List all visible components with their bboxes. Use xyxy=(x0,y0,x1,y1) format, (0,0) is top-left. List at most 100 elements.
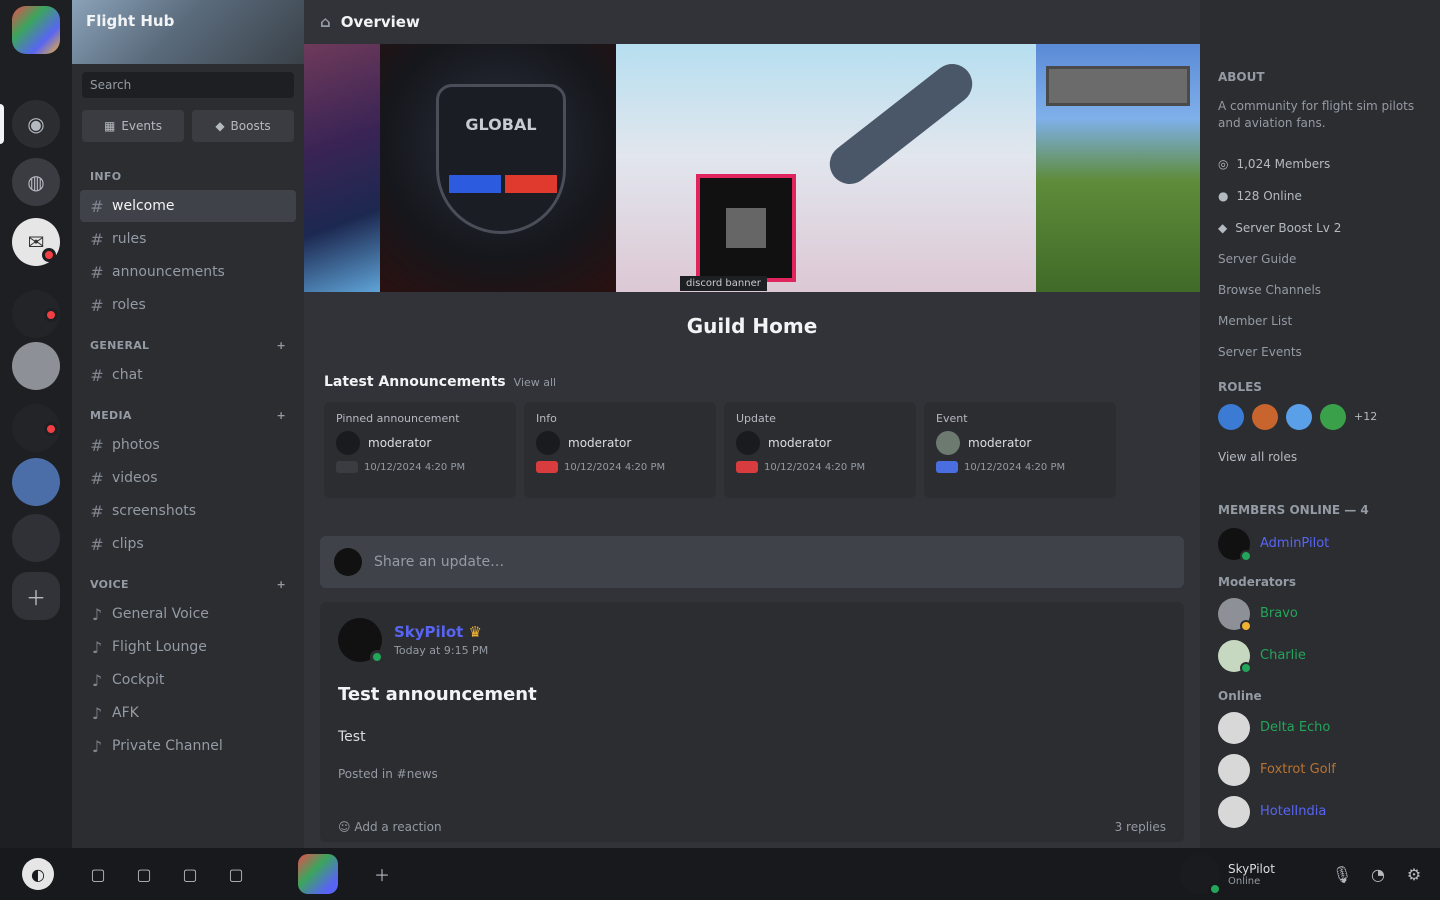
online-status-icon xyxy=(1208,882,1222,896)
author-name: moderator xyxy=(768,436,832,450)
link-server-guide[interactable]: Server Guide xyxy=(1218,244,1422,275)
card-title: Update xyxy=(736,412,776,425)
plus-icon[interactable]: + xyxy=(276,578,286,591)
role-badge-icon[interactable] xyxy=(1286,403,1312,430)
category-label: General xyxy=(90,339,150,352)
compose-input[interactable]: Share an update… xyxy=(374,554,504,570)
server-rail: ◉ ◍ ✉ ＋ xyxy=(0,0,72,848)
headset-button[interactable]: ◔ xyxy=(1364,860,1392,888)
plus-icon[interactable]: + xyxy=(276,409,286,422)
channel-clips[interactable]: # clips xyxy=(80,528,296,560)
view-all-roles-link[interactable]: View all roles xyxy=(1218,442,1422,473)
banner-tile-shield: GLOBAL xyxy=(380,44,616,292)
role-badge-icon[interactable] xyxy=(1218,403,1244,430)
people-icon: ◎ xyxy=(1218,156,1229,171)
compose-bar[interactable]: Share an update… xyxy=(320,536,1184,588)
channel-announcements[interactable]: # announcements xyxy=(80,256,296,288)
avatar xyxy=(1218,753,1250,786)
taskbar-button[interactable]: ▢ xyxy=(222,860,250,888)
voice-channel-general[interactable]: ♪ General Voice xyxy=(80,598,296,630)
channel-photos[interactable]: # photos xyxy=(80,429,296,461)
channel-chat[interactable]: # chat xyxy=(80,359,296,391)
view-all-link[interactable]: View all xyxy=(514,376,556,389)
tab-boosts[interactable]: ◆ Boosts xyxy=(192,110,294,142)
roles-more-count[interactable]: +12 xyxy=(1354,410,1377,423)
server-5-button[interactable] xyxy=(12,342,60,390)
channel-roles[interactable]: # roles xyxy=(80,289,296,321)
announcement-card[interactable]: Event moderator 10/12/2024 4:20 PM xyxy=(924,402,1116,498)
tab-events[interactable]: ▦ Events xyxy=(82,110,184,142)
settings-button[interactable]: ⚙ xyxy=(1400,860,1428,888)
role-badge-icon[interactable] xyxy=(1320,403,1346,430)
card-time: 10/12/2024 4:20 PM xyxy=(964,461,1066,473)
category-voice[interactable]: Voice + xyxy=(72,570,304,597)
start-logo-icon: ◐ xyxy=(31,864,45,884)
hero-banner: GLOBAL discord banner xyxy=(304,44,1200,292)
member-item[interactable]: Charlie xyxy=(1218,635,1422,677)
taskbar-button[interactable]: ▢ xyxy=(84,860,112,888)
voice-channel-lounge[interactable]: ♪ Flight Lounge xyxy=(80,631,296,663)
category-media[interactable]: Media + xyxy=(72,401,304,428)
text-channel-icon: # xyxy=(90,295,104,315)
notification-badge xyxy=(44,422,58,436)
link-browse-channels[interactable]: Browse Channels xyxy=(1218,275,1422,306)
avatar xyxy=(936,431,960,455)
text-channel-icon: # xyxy=(90,196,104,216)
server-banner[interactable]: Flight Hub xyxy=(72,0,304,64)
discord-app-button[interactable] xyxy=(298,854,338,894)
card-time: 10/12/2024 4:20 PM xyxy=(564,461,666,473)
taskbar-button[interactable]: ▢ xyxy=(176,860,204,888)
search-input[interactable]: Search xyxy=(82,72,294,98)
plus-icon[interactable]: + xyxy=(276,339,286,352)
channel-welcome[interactable]: # welcome xyxy=(80,190,296,222)
avatar xyxy=(1218,639,1252,674)
channel-tag xyxy=(536,461,558,473)
announcement-card[interactable]: Update moderator 10/12/2024 4:20 PM xyxy=(724,402,916,498)
avatar xyxy=(1218,795,1250,828)
category-info[interactable]: Info xyxy=(72,162,304,189)
server-2-button[interactable]: ◍ xyxy=(12,158,60,206)
text-channel-icon: # xyxy=(90,534,104,554)
start-button[interactable]: ◐ xyxy=(22,858,54,890)
channel-screenshots[interactable]: # screenshots xyxy=(80,495,296,527)
window-icon: ▢ xyxy=(182,864,198,884)
voice-channel-cockpit[interactable]: ♪ Cockpit xyxy=(80,664,296,696)
avatar[interactable] xyxy=(338,618,384,664)
member-item[interactable]: Bravo xyxy=(1218,593,1422,635)
crown-icon: ♛ xyxy=(468,623,482,641)
member-item[interactable]: HotelIndia xyxy=(1218,791,1422,833)
replies-button[interactable]: 3 replies xyxy=(1115,820,1166,834)
link-member-list[interactable]: Member List xyxy=(1218,306,1422,337)
announcement-card[interactable]: Pinned announcement moderator 10/12/2024… xyxy=(324,402,516,498)
voice-channel-private[interactable]: ♪ Private Channel xyxy=(80,730,296,762)
server-7-button[interactable] xyxy=(12,458,60,506)
role-badge-icon[interactable] xyxy=(1252,403,1278,430)
server-1-button[interactable]: ◉ xyxy=(12,100,60,148)
text-channel-icon: # xyxy=(90,468,104,488)
channel-tag xyxy=(936,461,958,473)
discord-app: ◉ ◍ ✉ ＋ Flight Hub Search ▦ Events ◆ Boost… xyxy=(0,0,1440,900)
category-general[interactable]: General + xyxy=(72,331,304,358)
idle-status-icon xyxy=(1240,619,1252,632)
voice-channel-afk[interactable]: ♪ AFK xyxy=(80,697,296,729)
mic-button[interactable]: 🎙 xyxy=(1328,860,1356,888)
announcement-card[interactable]: Info moderator 10/12/2024 4:20 PM xyxy=(524,402,716,498)
home-server-button[interactable] xyxy=(12,6,60,54)
server-8-button[interactable] xyxy=(12,514,60,562)
channel-videos[interactable]: # videos xyxy=(80,462,296,494)
post-author[interactable]: SkyPilot ♛ xyxy=(394,623,488,641)
user-panel[interactable]: SkyPilot Online xyxy=(1180,854,1275,896)
add-reaction-button[interactable]: ☺ Add a reaction xyxy=(338,820,442,834)
member-item[interactable]: Delta Echo xyxy=(1218,707,1422,749)
member-item[interactable]: Foxtrot Golf xyxy=(1218,749,1422,791)
gear-icon: ⚙ xyxy=(1406,864,1422,884)
member-featured[interactable]: AdminPilot xyxy=(1218,523,1422,565)
smiley-icon: ☺ xyxy=(338,820,351,834)
link-server-events[interactable]: Server Events xyxy=(1218,337,1422,368)
add-server-button[interactable]: ＋ xyxy=(12,572,60,620)
add-button[interactable]: ＋ xyxy=(368,860,396,888)
category-label: Media xyxy=(90,409,132,422)
channel-rules[interactable]: # rules xyxy=(80,223,296,255)
sidebar-tabs: ▦ Events ◆ Boosts xyxy=(82,110,294,142)
taskbar-button[interactable]: ▢ xyxy=(130,860,158,888)
